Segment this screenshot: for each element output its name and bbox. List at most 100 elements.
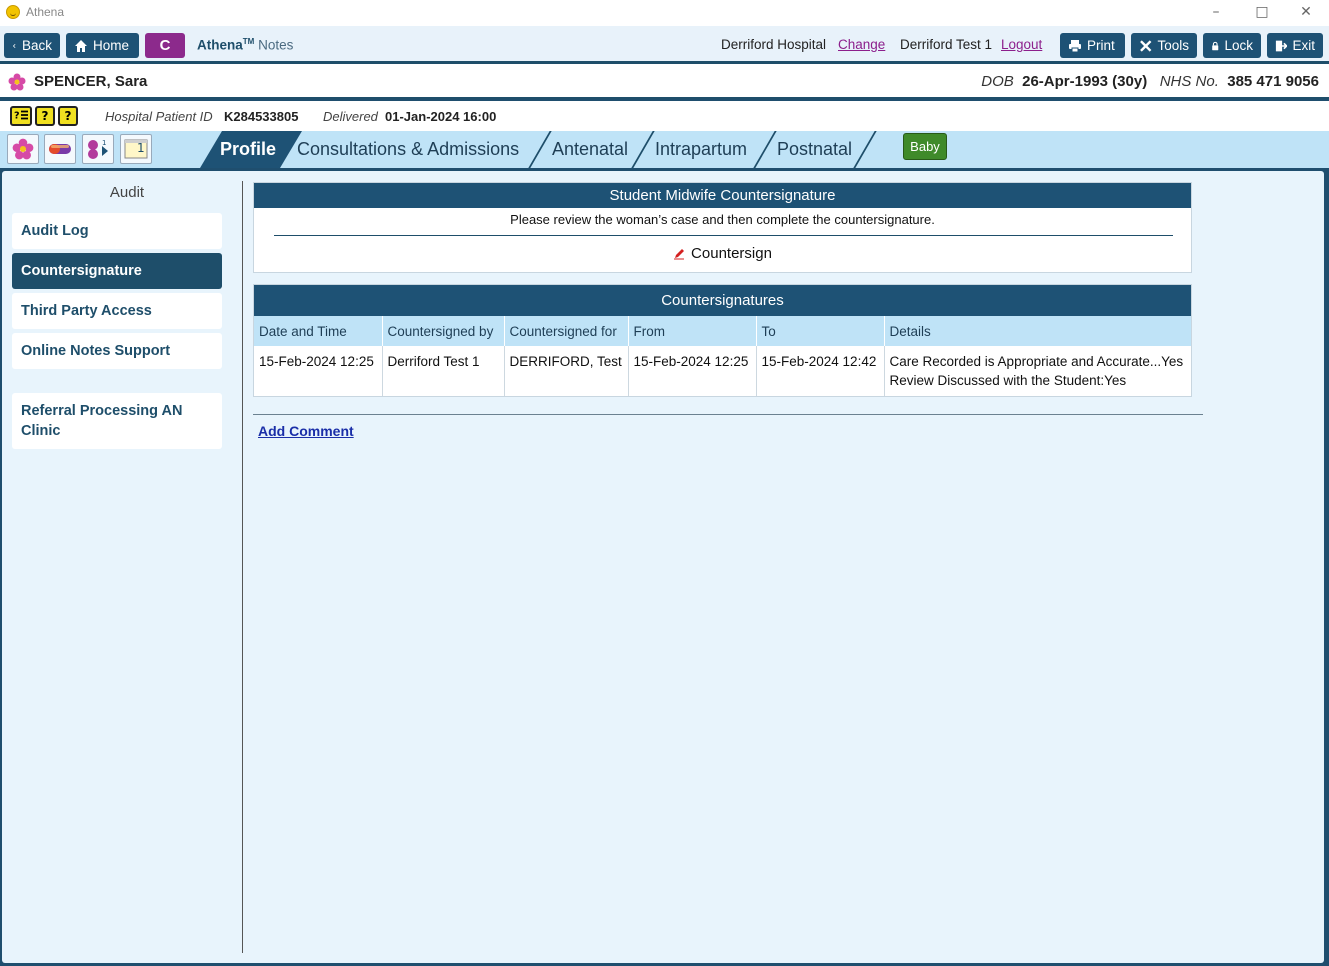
delivered-label: Delivered <box>323 109 378 124</box>
sidebar-item-online-notes-support[interactable]: Online Notes Support <box>12 333 222 369</box>
cell-for: DERRIFORD, Test <box>504 346 629 396</box>
countersign-message: Please review the woman’s case and then … <box>510 212 935 227</box>
sidebar-item-third-party-access[interactable]: Third Party Access <box>12 293 222 329</box>
content-divider <box>253 414 1203 415</box>
c-label: C <box>159 37 171 54</box>
sidebar-item-referral-processing[interactable]: Referral Processing AN Clinic <box>12 393 222 449</box>
exit-label: Exit <box>1292 38 1315 53</box>
hospital-id-label: Hospital Patient ID <box>105 109 213 124</box>
baby-count-quick-button[interactable]: 1 <box>82 134 114 164</box>
print-button[interactable]: Print <box>1060 33 1125 58</box>
baby-button[interactable]: Baby <box>903 133 947 160</box>
tab-separator <box>753 131 777 168</box>
hospital-name: Derriford Hospital <box>721 37 827 52</box>
cell-datetime: 15-Feb-2024 12:25 <box>254 346 383 396</box>
cell-from: 15-Feb-2024 12:25 <box>628 346 757 396</box>
close-icon[interactable]: ✕ <box>1283 0 1329 26</box>
details-line: Review Discussed with the Student:Yes <box>889 373 1127 388</box>
column-header-to[interactable]: To <box>756 316 885 346</box>
dob-label: DOB <box>981 73 1014 90</box>
back-button[interactable]: Back <box>4 33 60 58</box>
back-label: Back <box>21 38 52 53</box>
calendar-day: 1 <box>137 141 145 155</box>
woman-profile-quick-button[interactable] <box>7 134 39 164</box>
column-header-datetime[interactable]: Date and Time <box>254 316 383 346</box>
pen-icon <box>674 248 685 259</box>
nhs-label: NHS No. <box>1159 73 1219 90</box>
tab-antenatal[interactable]: Antenatal <box>552 139 628 160</box>
window-title: Athena <box>26 5 65 19</box>
countersign-panel: Student Midwife Countersignature Please … <box>253 182 1192 273</box>
table-row[interactable]: 15-Feb-2024 12:25 Derriford Test 1 DERRI… <box>254 346 1191 396</box>
sidebar-divider <box>242 181 243 953</box>
tools-icon <box>1140 39 1152 52</box>
calendar-icon <box>124 139 148 159</box>
tab-intrapartum[interactable]: Intrapartum <box>655 139 747 160</box>
tab-profile[interactable]: Profile <box>220 139 276 160</box>
top-toolbar: Back Home C AthenaTM Notes Derriford Hos… <box>0 26 1329 64</box>
calendar-quick-button[interactable]: 1 <box>120 134 152 164</box>
alert-list-icon[interactable]: ? <box>10 106 32 126</box>
current-user: Derriford Test 1 <box>900 37 993 52</box>
patient-name: SPENCER, Sara <box>34 73 148 90</box>
patient-info-strip: ? ? ? Hospital Patient ID K284533805 Del… <box>0 101 1329 131</box>
lock-button[interactable]: Lock <box>1203 33 1261 58</box>
lock-label: Lock <box>1224 38 1253 53</box>
exit-icon <box>1275 40 1288 51</box>
countersignatures-panel: Countersignatures Date and Time Counters… <box>253 284 1192 397</box>
home-button[interactable]: Home <box>66 33 139 58</box>
exit-button[interactable]: Exit <box>1267 33 1323 58</box>
countersign-label: Countersign <box>691 245 772 262</box>
countersignatures-table: Date and Time Countersigned by Countersi… <box>254 316 1191 396</box>
app-trademark: TM <box>242 37 255 46</box>
home-icon <box>75 39 87 52</box>
flower-icon <box>8 73 26 91</box>
tools-button[interactable]: Tools <box>1131 33 1197 58</box>
svg-text:?: ? <box>14 111 20 122</box>
column-header-for[interactable]: Countersigned for <box>504 316 629 346</box>
countersign-panel-title: Student Midwife Countersignature <box>254 183 1191 208</box>
add-comment-link[interactable]: Add Comment <box>258 423 354 439</box>
panel-divider <box>274 235 1173 236</box>
app-suffix: Notes <box>258 37 294 53</box>
change-hospital-link[interactable]: Change <box>838 37 885 52</box>
c-button[interactable]: C <box>145 33 185 58</box>
medications-quick-button[interactable] <box>44 134 76 164</box>
sidebar-title: Audit <box>109 184 145 201</box>
details-line: Care Recorded is Appropriate and Accurat… <box>889 354 1184 369</box>
countersign-button[interactable]: Countersign <box>254 245 1191 262</box>
dob-value: 26-Apr-1993 (30y) <box>1022 73 1148 90</box>
printer-icon <box>1069 39 1081 52</box>
home-label: Home <box>93 38 130 53</box>
app-name: AthenaTM Notes <box>197 37 293 53</box>
table-header-row: Date and Time Countersigned by Countersi… <box>254 316 1191 346</box>
cell-details: Care Recorded is Appropriate and Accurat… <box>884 346 1191 396</box>
tab-consultations-admissions[interactable]: Consultations & Admissions <box>297 139 519 160</box>
mother-baby-icon: 1 <box>88 139 108 159</box>
cell-by: Derriford Test 1 <box>382 346 505 396</box>
cell-to: 15-Feb-2024 12:42 <box>756 346 885 396</box>
countersignatures-title: Countersignatures <box>254 285 1191 316</box>
column-header-details[interactable]: Details <box>884 316 1191 346</box>
tab-separator <box>528 131 552 168</box>
nhs-value: 385 471 9056 <box>1227 73 1319 90</box>
sidebar-item-countersignature[interactable]: Countersignature <box>12 253 222 289</box>
maximize-icon[interactable]: □ <box>1239 0 1285 26</box>
tools-label: Tools <box>1157 38 1189 53</box>
tab-separator <box>853 131 877 168</box>
column-header-by[interactable]: Countersigned by <box>382 316 505 346</box>
app-brand: Athena <box>197 37 243 53</box>
minimize-icon[interactable]: – <box>1193 0 1239 26</box>
logout-link[interactable]: Logout <box>1001 37 1042 52</box>
column-header-from[interactable]: From <box>628 316 757 346</box>
tab-separator <box>631 131 655 168</box>
window-titlebar: Athena – □ ✕ <box>0 0 1329 26</box>
alert-question-icon[interactable]: ? <box>35 106 55 126</box>
main-content: Audit Audit Log Countersignature Third P… <box>2 171 1324 963</box>
tab-postnatal[interactable]: Postnatal <box>777 139 852 160</box>
alert-info-icon[interactable]: ? <box>58 106 78 126</box>
sidebar-item-audit-log[interactable]: Audit Log <box>12 213 222 249</box>
print-label: Print <box>1087 38 1115 53</box>
svg-text:1: 1 <box>102 139 106 147</box>
chevron-left-icon <box>12 43 16 48</box>
